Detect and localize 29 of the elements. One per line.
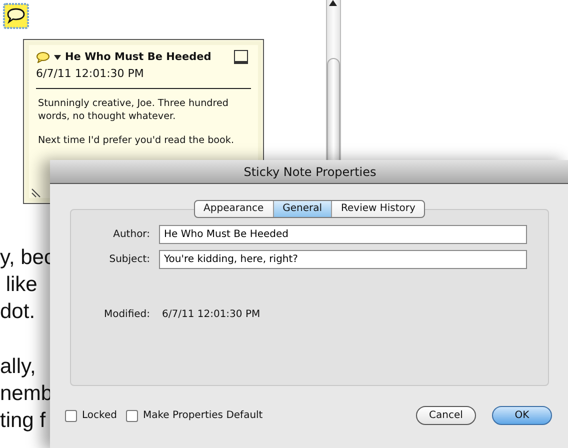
document-text: ting f — [0, 408, 47, 434]
tab[interactable]: General — [272, 201, 332, 217]
checkbox[interactable] — [65, 410, 77, 422]
checkbox-label: Make Properties Default — [142, 409, 263, 423]
cancel-button[interactable]: Cancel — [416, 406, 476, 425]
comment-icon — [36, 52, 50, 64]
modified-date: 6/7/11 12:01:30 PM — [162, 308, 260, 322]
field-label: Author: — [112, 228, 150, 242]
text-field[interactable]: He Who Must Be Heeded — [159, 225, 527, 244]
note-text: Next time I'd prefer you'd read the book. — [38, 134, 236, 148]
caret-icon[interactable] — [54, 55, 61, 60]
checkbox-label: Locked — [82, 409, 117, 423]
document-text: ally, — [0, 354, 37, 380]
checkbox[interactable] — [126, 410, 138, 422]
ok-button[interactable]: OK — [492, 406, 552, 425]
note-author: He Who Must Be Heeded — [65, 50, 212, 65]
scroll-up-icon[interactable] — [328, 0, 338, 6]
minimize-button[interactable] — [234, 50, 248, 64]
document-text: like — [4, 272, 38, 298]
field-label: Modified: — [102, 308, 150, 322]
resize-grip-icon[interactable] — [31, 188, 41, 198]
dialog-title: Sticky Note Properties — [50, 160, 568, 184]
note-date: 6/7/11 12:01:30 PM — [36, 66, 145, 82]
comment-icon[interactable] — [3, 3, 29, 29]
note-text: Stunningly creative, Joe. Three hundred words, no thought whatever. — [38, 97, 230, 124]
text-field[interactable]: You're kidding, here, right? — [159, 250, 527, 269]
document-text: dot. — [0, 299, 36, 325]
tab[interactable]: Appearance — [194, 201, 273, 217]
field-label: Subject: — [108, 253, 150, 267]
